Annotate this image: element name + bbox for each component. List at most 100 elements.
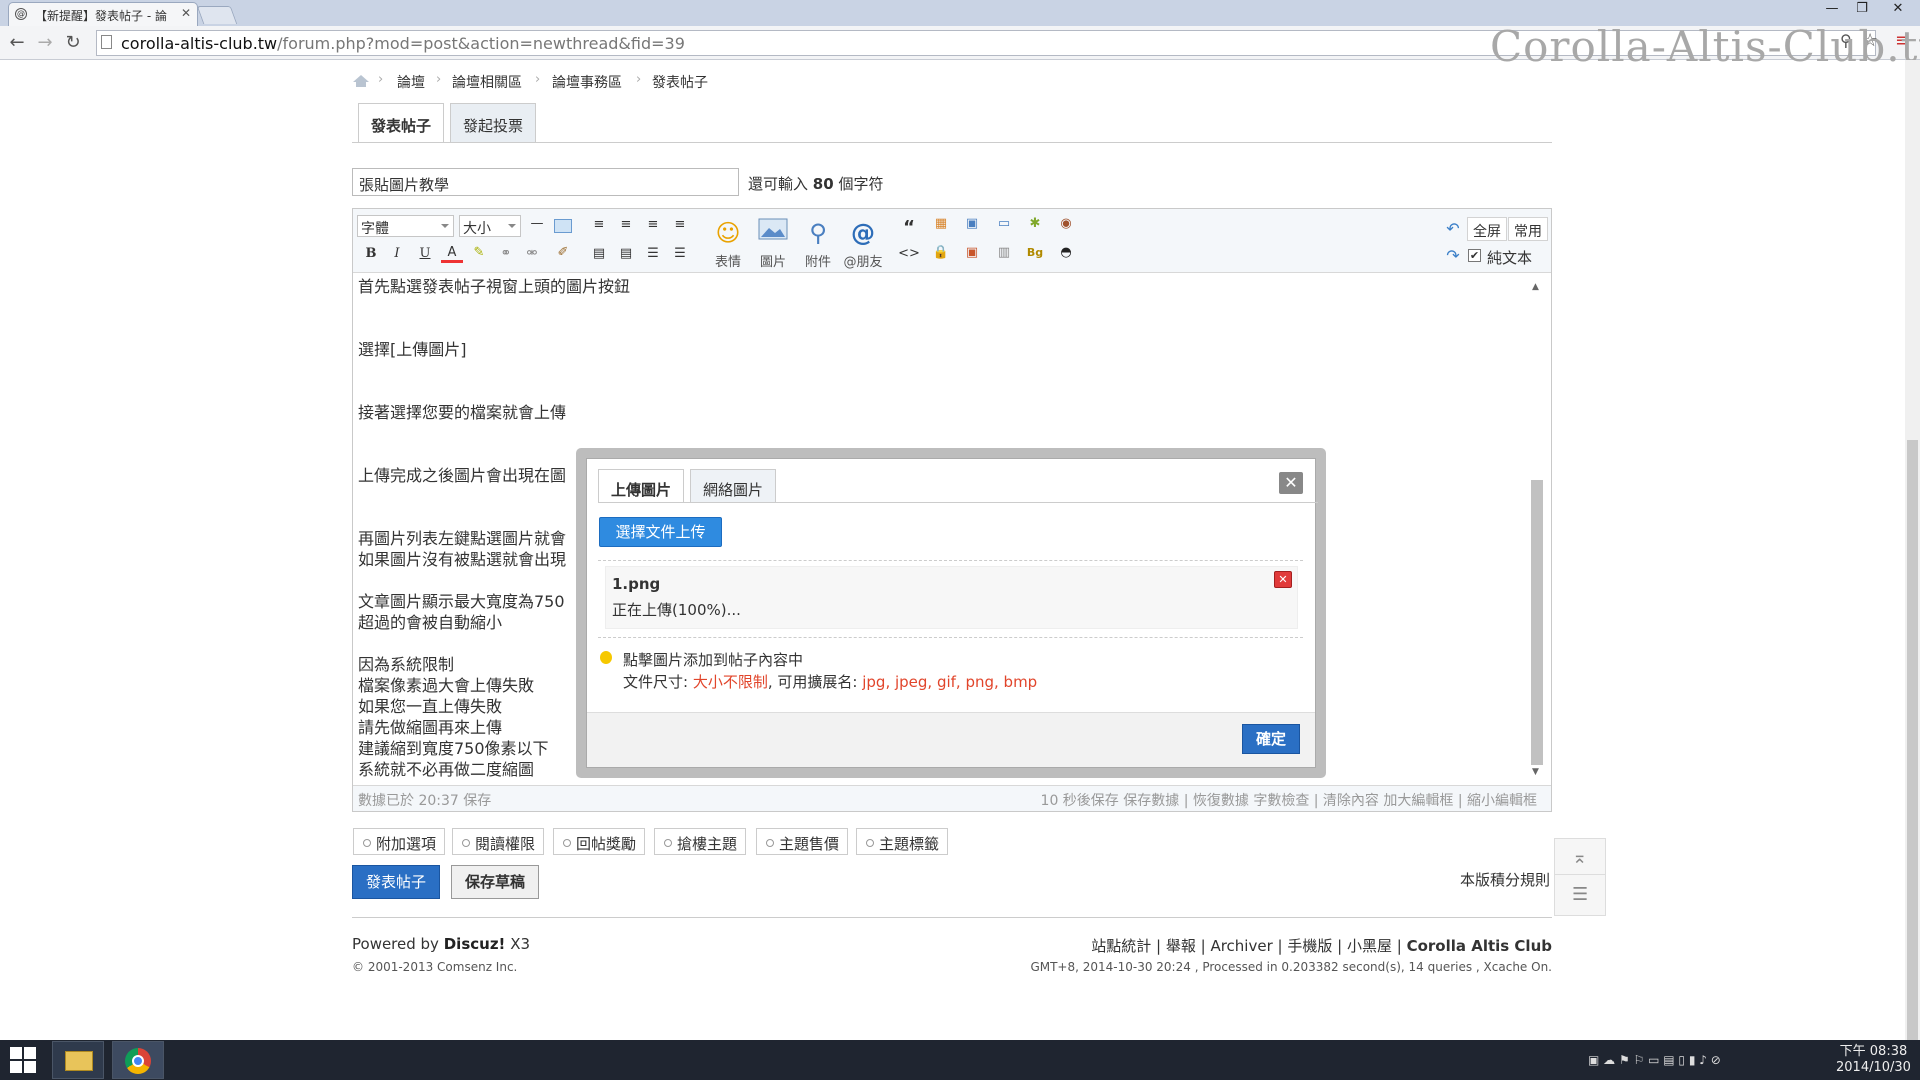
tab-new-post[interactable]: 發表帖子	[358, 103, 445, 143]
index-icon[interactable]: ▣	[961, 216, 983, 231]
forward-icon[interactable]: →	[34, 32, 56, 53]
back-icon[interactable]: ←	[6, 32, 28, 53]
file-explorer-icon[interactable]	[52, 1041, 104, 1079]
font-color-button[interactable]: A	[441, 245, 463, 263]
footer-link[interactable]: 舉報	[1166, 937, 1196, 955]
redo-icon[interactable]: ↷	[1442, 246, 1464, 265]
clear-format-icon[interactable]: ✐	[552, 245, 574, 260]
font-select[interactable]: 字體	[357, 215, 454, 237]
option-rush[interactable]: 搶樓主題	[654, 828, 747, 855]
fullscreen-button[interactable]: 全屏	[1467, 217, 1507, 241]
flash-icon[interactable]: ◉	[1055, 216, 1077, 231]
emoticon-icon[interactable]: ☺	[711, 216, 745, 250]
column-icon[interactable]: ▥	[993, 245, 1015, 260]
ordered-list-icon[interactable]: ☰	[642, 246, 664, 261]
attach-label: 附件	[804, 255, 831, 270]
content-line	[358, 360, 1528, 381]
select-file-button[interactable]: 選擇文件上传	[599, 517, 722, 547]
background-icon[interactable]: Bg	[1024, 246, 1046, 259]
editor-actions[interactable]: 10 秒後保存 保存數據 | 恢復數據 字數檢查 | 清除內容 加大編輯框 | …	[1041, 790, 1537, 810]
confirm-button[interactable]: 確定	[1242, 724, 1300, 754]
bold-button[interactable]: B	[360, 246, 382, 261]
password-icon[interactable]: ✱	[1024, 216, 1046, 231]
hr-icon[interactable]: —	[526, 216, 548, 231]
footer-link[interactable]: 手機版	[1287, 937, 1332, 955]
unlink-icon[interactable]: ⚮	[521, 246, 543, 261]
tab-web-image[interactable]: 網絡圖片	[690, 469, 777, 503]
ext-prefix: , 可用擴展名:	[767, 673, 858, 691]
breadcrumb-item[interactable]: 論壇相關區	[452, 72, 522, 92]
footer-divider	[352, 917, 1552, 918]
close-window-icon[interactable]: ✕	[1878, 0, 1918, 20]
align-center-icon[interactable]: ≡	[615, 217, 637, 232]
footer-site-link[interactable]: Corolla Altis Club	[1407, 937, 1552, 955]
footer-link[interactable]: Archiver	[1210, 937, 1272, 955]
footer-link[interactable]: 站點統計	[1091, 937, 1151, 955]
attach-icon[interactable]: ⚲	[801, 216, 835, 250]
submit-post-button[interactable]: 發表帖子	[352, 865, 440, 899]
media-icon[interactable]: ▣	[961, 245, 983, 260]
quote-icon[interactable]: “	[898, 217, 920, 238]
file-name: 1.png	[612, 575, 661, 593]
float-right-icon[interactable]: ▤	[615, 246, 637, 261]
align-right-icon[interactable]: ≡	[642, 217, 664, 232]
page-scrollbar-thumb[interactable]	[1907, 440, 1918, 1040]
reload-icon[interactable]: ↻	[62, 32, 84, 53]
free-icon[interactable]: ▦	[930, 216, 952, 231]
option-read-perm[interactable]: 閱讀權限	[452, 828, 545, 855]
at-icon[interactable]: @	[846, 216, 880, 250]
hint-count: 80	[812, 175, 834, 193]
browser-tab[interactable]: @ 【新提醒】發表帖子 - 論 ✕	[8, 2, 198, 26]
page-break-icon[interactable]: ▭	[993, 216, 1015, 231]
float-left-icon[interactable]: ▤	[588, 246, 610, 261]
tab-close-icon[interactable]: ✕	[181, 6, 191, 20]
delete-file-icon[interactable]: ✕	[1274, 571, 1292, 588]
powered-brand[interactable]: Discuz!	[444, 935, 506, 953]
table-icon[interactable]	[554, 219, 572, 233]
new-tab-button[interactable]	[196, 6, 238, 24]
option-reward[interactable]: 回帖獎勵	[553, 828, 646, 855]
tab-upload-image[interactable]: 上傳圖片	[598, 469, 685, 503]
app-window: { "browser": { "tab_title": "【新提醒】發表帖子 -…	[0, 0, 1920, 1080]
dialog-divider	[598, 560, 1303, 561]
clock[interactable]: 下午 08:38 2014/10/30	[1836, 1044, 1911, 1076]
subject-input[interactable]: 張貼圖片教學	[352, 168, 739, 196]
italic-button[interactable]: I	[386, 246, 408, 261]
hide-icon[interactable]: 🔒	[930, 245, 952, 260]
chrome-icon[interactable]	[112, 1041, 164, 1079]
option-attach[interactable]: 附加選項	[353, 828, 446, 855]
unordered-list-icon[interactable]: ☰	[669, 246, 691, 261]
size-prefix: 文件尺寸:	[623, 673, 689, 691]
editor-scrollbar-thumb[interactable]	[1531, 480, 1543, 765]
restore-icon[interactable]: ❐	[1842, 0, 1882, 20]
size-select[interactable]: 大小	[459, 215, 521, 237]
home-icon[interactable]	[352, 74, 370, 88]
breadcrumb-item[interactable]: 論壇	[397, 72, 425, 92]
tab-new-poll[interactable]: 發起投票	[450, 103, 537, 143]
system-tray[interactable]: ▣ ☁ ⚑ ⚐ ▭ ▤ ▯ ▮ ♪ ⊘	[1588, 1053, 1721, 1067]
highlight-icon[interactable]: ✎	[468, 245, 490, 260]
plaintext-checkbox[interactable]: ✔	[1468, 249, 1481, 262]
bulb-icon	[600, 651, 612, 664]
rules-link[interactable]: 本版積分規則	[1460, 869, 1550, 890]
code-icon[interactable]: <>	[898, 246, 920, 261]
image-icon[interactable]	[756, 216, 790, 250]
list-button[interactable]: ☰	[1554, 874, 1606, 916]
option-price[interactable]: 主題售價	[756, 828, 849, 855]
link-icon[interactable]: ⚭	[495, 246, 517, 261]
breadcrumb-current: 發表帖子	[652, 75, 708, 91]
underline-button[interactable]: U	[414, 246, 436, 261]
common-button[interactable]: 常用	[1508, 217, 1548, 241]
qq-icon[interactable]: ◓	[1055, 245, 1077, 260]
site-favicon-icon: @	[15, 8, 27, 20]
subject-hint: 還可輸入 80 個字符	[748, 173, 883, 194]
align-justify-icon[interactable]: ≡	[669, 217, 691, 232]
dialog-close-icon[interactable]: ✕	[1279, 472, 1303, 494]
footer-link[interactable]: 小黑屋	[1347, 937, 1392, 955]
option-tags[interactable]: 主題標籤	[856, 828, 949, 855]
start-button[interactable]	[8, 1045, 40, 1075]
align-left-icon[interactable]: ≡	[588, 217, 610, 232]
undo-icon[interactable]: ↶	[1442, 219, 1464, 238]
save-draft-button[interactable]: 保存草稿	[451, 865, 539, 899]
breadcrumb-item[interactable]: 論壇事務區	[552, 72, 622, 92]
